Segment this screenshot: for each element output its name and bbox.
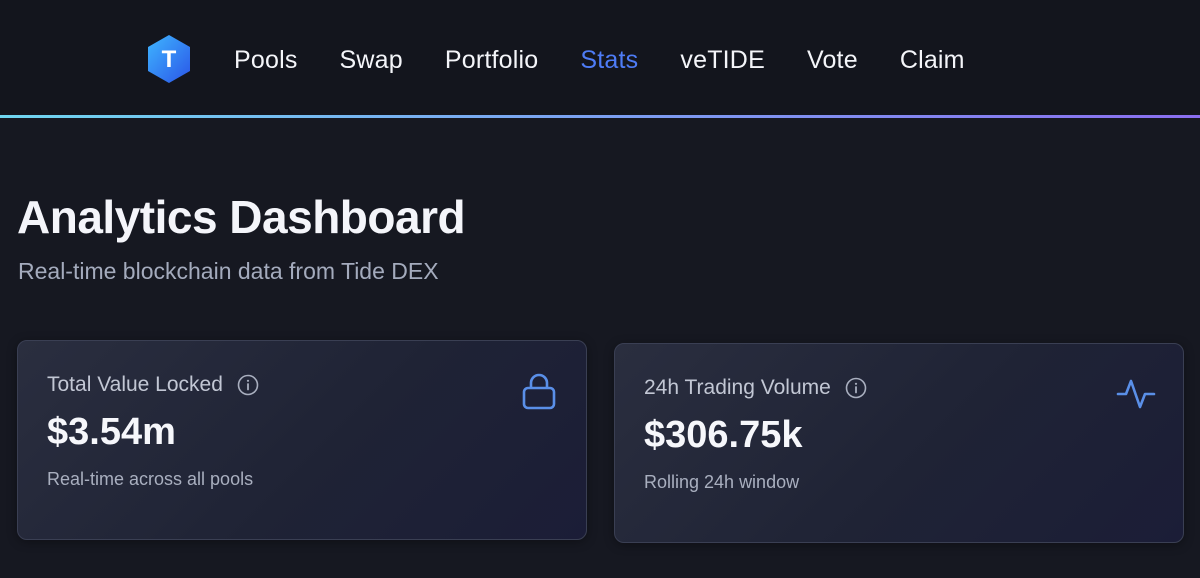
info-icon[interactable] bbox=[845, 377, 867, 399]
logo-letter: T bbox=[162, 46, 177, 73]
nav-item-portfolio[interactable]: Portfolio bbox=[445, 46, 539, 75]
volume-label-row: 24h Trading Volume bbox=[644, 376, 867, 400]
page-subtitle: Real-time blockchain data from Tide DEX bbox=[18, 258, 439, 284]
volume-note: Rolling 24h window bbox=[644, 472, 800, 492]
tide-logo-icon[interactable]: T bbox=[143, 33, 195, 85]
volume-card: 24h Trading Volume $306.75k Rolling 24h … bbox=[614, 343, 1184, 543]
lock-icon bbox=[522, 373, 556, 410]
tvl-note: Real-time across all pools bbox=[47, 469, 254, 489]
tvl-card: Total Value Locked $3.54m Real-time acro… bbox=[17, 340, 587, 540]
main-nav: Pools Swap Portfolio Stats veTIDE Vote C… bbox=[234, 40, 1007, 80]
nav-item-stats[interactable]: Stats bbox=[580, 46, 638, 75]
nav-item-claim[interactable]: Claim bbox=[900, 46, 965, 75]
top-navigation-bar: T Pools Swap Portfolio Stats veTIDE Vote… bbox=[0, 0, 1200, 116]
volume-value: $306.75k bbox=[644, 414, 803, 456]
tvl-label: Total Value Locked bbox=[47, 373, 223, 396]
header-gradient-divider bbox=[0, 115, 1200, 118]
page-title: Analytics Dashboard bbox=[17, 191, 466, 243]
nav-item-vetide[interactable]: veTIDE bbox=[680, 46, 765, 75]
nav-item-vote[interactable]: Vote bbox=[807, 46, 858, 75]
volume-label: 24h Trading Volume bbox=[644, 376, 831, 399]
info-icon[interactable] bbox=[237, 374, 259, 396]
tvl-value: $3.54m bbox=[47, 411, 176, 453]
activity-icon bbox=[1116, 379, 1156, 409]
tvl-label-row: Total Value Locked bbox=[47, 373, 259, 397]
nav-item-pools[interactable]: Pools bbox=[234, 46, 298, 75]
nav-item-swap[interactable]: Swap bbox=[340, 46, 403, 75]
